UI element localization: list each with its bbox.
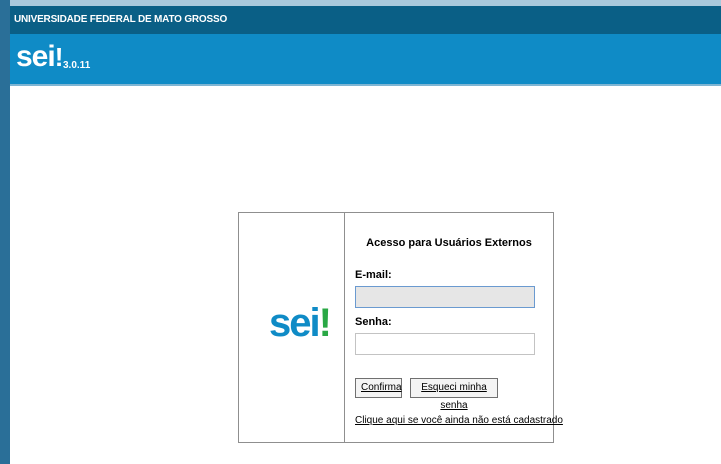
login-panel: sei! Acesso para Usuários Externos E-mai… xyxy=(238,212,563,443)
version-label: 3.0.11 xyxy=(63,60,91,71)
forgot-password-button[interactable]: Esqueci minha senha xyxy=(410,378,498,411)
password-label: Senha: xyxy=(355,316,392,328)
email-field[interactable] xyxy=(355,286,535,308)
logo-text: sei xyxy=(16,40,56,73)
organization-bar: UNIVERSIDADE FEDERAL DE MATO GROSSO xyxy=(10,6,721,34)
left-frame-bar xyxy=(0,0,10,464)
login-logo-pane: sei! xyxy=(239,213,345,442)
register-link[interactable]: Clique aqui se você ainda não está cadas… xyxy=(355,415,563,426)
app-header: sei! 3.0.11 xyxy=(10,34,721,84)
password-field[interactable] xyxy=(355,333,535,355)
login-logo-text: sei xyxy=(269,301,321,345)
logo-mark: ! xyxy=(54,42,64,72)
confirm-button[interactable]: Confirma xyxy=(355,378,402,398)
organization-name: UNIVERSIDADE FEDERAL DE MATO GROSSO xyxy=(14,14,228,25)
sei-logo[interactable]: sei! xyxy=(16,40,64,74)
login-logo-mark: ! xyxy=(318,301,332,345)
header-divider xyxy=(10,84,721,86)
sei-login-logo: sei! xyxy=(269,301,332,346)
login-form: Acesso para Usuários Externos E-mail: Se… xyxy=(345,213,563,442)
login-title: Acesso para Usuários Externos xyxy=(366,237,532,249)
email-label: E-mail: xyxy=(355,269,392,281)
